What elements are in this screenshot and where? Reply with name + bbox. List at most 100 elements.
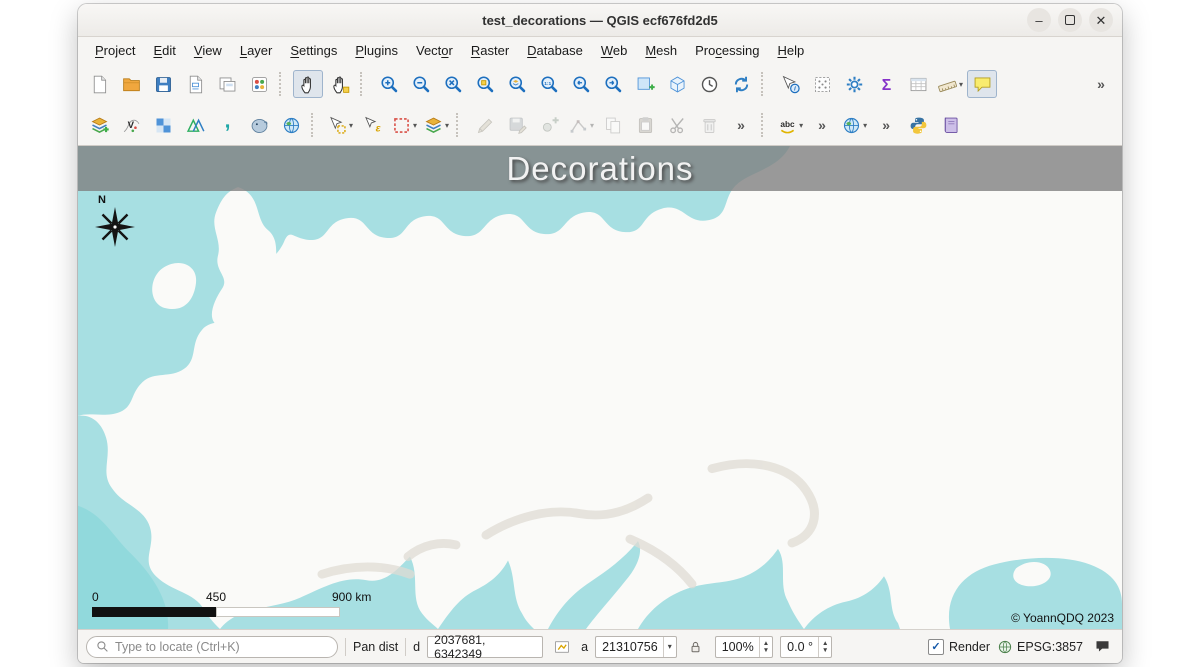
toolbar-row-1: 1:1 i Σ ▾ »	[78, 63, 1122, 105]
identify-features-button[interactable]: i	[775, 70, 805, 98]
zoom-in-button[interactable]	[374, 70, 404, 98]
folder-icon	[121, 74, 142, 95]
overflow-chevron-icon: »	[882, 117, 890, 133]
scissors-icon	[667, 115, 688, 136]
scalebar-decoration: 0 450 900 km	[92, 590, 412, 617]
pan-map-button[interactable]	[293, 70, 323, 98]
messages-button[interactable]	[1090, 635, 1114, 659]
close-button[interactable]: ✕	[1089, 8, 1113, 32]
toolbar-row-2: V,▾ε▾▾▾»abc▾»▾»	[78, 105, 1122, 146]
scale-value: 21310756	[602, 640, 658, 654]
zoom-full-extent-button[interactable]	[438, 70, 468, 98]
scalebar-label-900km: 900 km	[332, 590, 371, 604]
add-vector-layer-button[interactable]: V	[116, 111, 146, 139]
lock-scale-button[interactable]	[684, 635, 708, 659]
zoom-to-layer-button[interactable]	[502, 70, 532, 98]
select-by-value-button[interactable]: ▾	[421, 111, 451, 139]
north-arrow-decoration: N	[92, 194, 144, 255]
save-layer-edits-button[interactable]	[502, 111, 532, 139]
magnifier-spinbox[interactable]: 100% ▲▼	[715, 636, 773, 658]
new-map-view-button[interactable]	[630, 70, 660, 98]
open-attribute-table-button[interactable]	[903, 70, 933, 98]
zoom-native-resolution-button[interactable]: 1:1	[534, 70, 564, 98]
menu-edit[interactable]: Edit	[144, 40, 184, 61]
basemap-europe	[78, 146, 1122, 629]
help-contents-button[interactable]	[935, 111, 965, 139]
maximize-button[interactable]	[1058, 8, 1082, 32]
menu-vector[interactable]: Vector	[407, 40, 462, 61]
deselect-features-button[interactable]: ▾	[389, 111, 419, 139]
zoom-out-button[interactable]	[406, 70, 436, 98]
toolbar-overflow-button[interactable]: »	[726, 111, 756, 139]
statistical-summary-button[interactable]: Σ	[871, 70, 901, 98]
scale-combobox[interactable]: 21310756 ▾	[595, 636, 677, 658]
add-delimited-text-layer-button[interactable]: ,	[212, 111, 242, 139]
cut-features-button[interactable]	[662, 111, 692, 139]
menu-processing[interactable]: Processing	[686, 40, 768, 61]
zoom-next-button[interactable]	[598, 70, 628, 98]
python-console-button[interactable]	[903, 111, 933, 139]
metasearch-button[interactable]: ▾	[839, 111, 869, 139]
menu-database[interactable]: Database	[518, 40, 592, 61]
show-layout-manager-button[interactable]	[212, 70, 242, 98]
open-project-button[interactable]	[116, 70, 146, 98]
zoom-to-selection-button[interactable]	[470, 70, 500, 98]
zoomIn-icon	[379, 74, 400, 95]
menu-plugins[interactable]: Plugins	[346, 40, 407, 61]
delete-selected-button[interactable]	[694, 111, 724, 139]
menu-raster[interactable]: Raster	[462, 40, 518, 61]
select-features-by-value-button[interactable]	[807, 70, 837, 98]
processing-toolbox-button[interactable]	[839, 70, 869, 98]
toolbar-separator	[311, 113, 320, 137]
add-postgis-layers-button[interactable]	[244, 111, 274, 139]
toolbar-overflow-button[interactable]: »	[871, 111, 901, 139]
spinner-arrows-icon[interactable]: ▲▼	[759, 637, 772, 657]
zoom-last-button[interactable]	[566, 70, 596, 98]
paste-features-button[interactable]	[630, 111, 660, 139]
crs-indicator[interactable]: EPSG:3857	[997, 639, 1083, 655]
map-canvas[interactable]: Decorations N 0 450 900 km © YoannQD	[78, 146, 1122, 629]
new-3d-map-view-button[interactable]	[662, 70, 692, 98]
menu-help[interactable]: Help	[768, 40, 813, 61]
minimize-button[interactable]: –	[1027, 8, 1051, 32]
temporal-controller-button[interactable]	[694, 70, 724, 98]
save-project-button[interactable]	[148, 70, 178, 98]
data-source-manager-button[interactable]	[84, 111, 114, 139]
map-tips-button[interactable]	[967, 70, 997, 98]
menu-view[interactable]: View	[185, 40, 231, 61]
abc-icon: abc	[777, 115, 798, 136]
select-by-expression-button[interactable]: ε	[357, 111, 387, 139]
add-mesh-layer-button[interactable]	[180, 111, 210, 139]
toolbar-overflow-button[interactable]: »	[1086, 70, 1116, 98]
refresh-map-button[interactable]	[726, 70, 756, 98]
vertex-tool-button[interactable]: ▾	[566, 111, 596, 139]
gear-icon	[844, 74, 865, 95]
extents-toggle-button[interactable]	[550, 635, 574, 659]
toolbar-separator	[360, 72, 369, 96]
render-checkbox[interactable]: ✓ Render	[928, 639, 990, 655]
style-manager-button[interactable]	[244, 70, 274, 98]
rotation-spinbox[interactable]: 0.0 ° ▲▼	[780, 636, 832, 658]
layer-labeling-button[interactable]: abc▾	[775, 111, 805, 139]
toolbar-overflow-button[interactable]: »	[807, 111, 837, 139]
copy-features-button[interactable]	[598, 111, 628, 139]
rotation-value: 0.0 °	[787, 640, 813, 654]
add-raster-layer-button[interactable]	[148, 111, 178, 139]
new-project-button[interactable]	[84, 70, 114, 98]
menu-settings[interactable]: Settings	[281, 40, 346, 61]
menu-layer[interactable]: Layer	[231, 40, 282, 61]
measure-line-button[interactable]: ▾	[935, 70, 965, 98]
add-feature-button[interactable]	[534, 111, 564, 139]
cursorSel-icon	[327, 115, 348, 136]
new-print-layout-button[interactable]	[180, 70, 210, 98]
menu-web[interactable]: Web	[592, 40, 637, 61]
menu-project[interactable]: Project	[86, 40, 144, 61]
select-features-button[interactable]: ▾	[325, 111, 355, 139]
locator-search-input[interactable]: Type to locate (Ctrl+K)	[86, 636, 338, 658]
add-wms-layer-button[interactable]	[276, 111, 306, 139]
menu-mesh[interactable]: Mesh	[636, 40, 686, 61]
spinner-arrows-icon[interactable]: ▲▼	[818, 637, 831, 657]
pan-to-selection-button[interactable]	[325, 70, 355, 98]
toggle-editing-button[interactable]	[470, 111, 500, 139]
coordinate-input[interactable]: 2037681, 6342349	[427, 636, 543, 658]
